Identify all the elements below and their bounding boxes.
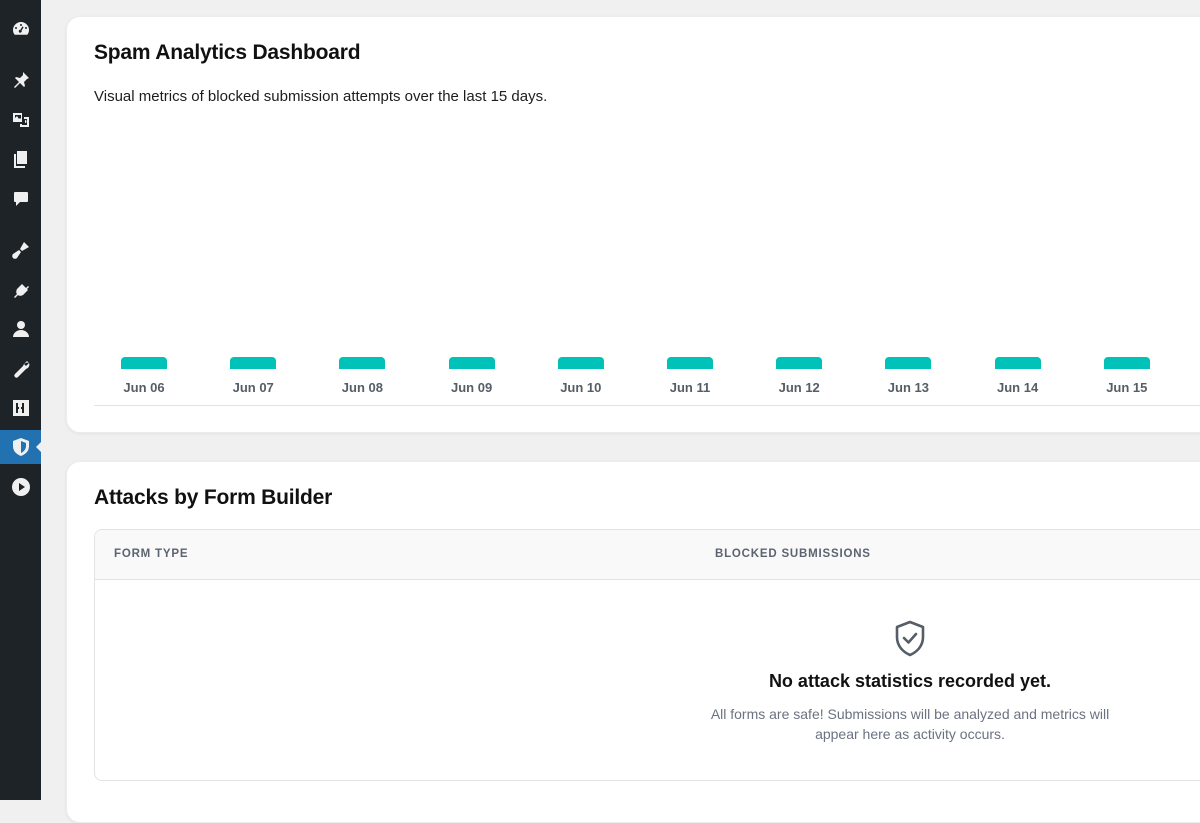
- pages-icon[interactable]: [0, 142, 41, 176]
- x-tick-label: Jun 09: [451, 380, 493, 395]
- analytics-card: Spam Analytics Dashboard Visual metrics …: [66, 16, 1200, 433]
- bar-group: Jun 14: [973, 357, 1063, 405]
- media-icon[interactable]: [0, 103, 41, 137]
- empty-state-title: No attack statistics recorded yet.: [768, 671, 1052, 691]
- chart-bar[interactable]: [1103, 357, 1150, 369]
- attacks-table: FORM TYPE BLOCKED SUBMISSIONS No attack …: [94, 529, 1200, 781]
- appearance-icon[interactable]: [0, 233, 41, 267]
- settings-icon[interactable]: [0, 391, 41, 425]
- chart-bar[interactable]: [994, 357, 1041, 369]
- admin-sidebar: [0, 0, 42, 800]
- tools-icon[interactable]: [0, 352, 41, 386]
- x-tick-label: Jun 14: [997, 380, 1039, 395]
- chart-bar[interactable]: [557, 357, 604, 369]
- bar-group: Jun 12: [754, 357, 844, 405]
- shield-check-icon: [895, 620, 925, 657]
- plugins-icon[interactable]: [0, 273, 41, 307]
- x-tick-label: Jun 08: [341, 380, 383, 395]
- blocked-submissions-bar-chart: Jun 06 Jun 07 Jun 08 Jun 09 Jun 10 Jun 11 Jun …: [94, 317, 1200, 406]
- x-tick-label: Jun 12: [778, 380, 820, 395]
- bar-group: Jun 07: [208, 357, 298, 405]
- x-tick-label: Jun 06: [123, 380, 165, 395]
- x-tick-label: Jun 10: [560, 380, 602, 395]
- bar-group: Jun 08: [317, 357, 407, 405]
- attacks-card: Attacks by Form Builder FORM TYPE BLOCKE…: [66, 461, 1200, 823]
- dashboard-icon[interactable]: [0, 12, 41, 46]
- empty-state: No attack statistics recorded yet. All f…: [685, 620, 1135, 744]
- empty-state-text: All forms are safe! Submissions will be …: [710, 706, 1110, 742]
- chart-bar[interactable]: [776, 357, 823, 369]
- x-tick-label: Jun 07: [232, 380, 274, 395]
- bar-group: Jun 11: [645, 357, 735, 405]
- comments-icon[interactable]: [0, 182, 41, 216]
- attacks-title: Attacks by Form Builder: [94, 486, 333, 509]
- table-header: FORM TYPE BLOCKED SUBMISSIONS: [95, 530, 1200, 580]
- bar-group: Jun 10: [536, 357, 626, 405]
- bar-group: Jun 09: [427, 357, 517, 405]
- x-tick-label: Jun 11: [669, 380, 711, 395]
- chart-bar[interactable]: [121, 357, 167, 369]
- x-tick-label: Jun 13: [887, 380, 929, 395]
- bar-group: Jun 06: [99, 357, 189, 405]
- shield-icon[interactable]: [0, 430, 42, 464]
- analytics-subtitle: Visual metrics of blocked submission att…: [94, 88, 548, 105]
- play-icon[interactable]: [0, 470, 41, 504]
- chart-bar[interactable]: [448, 357, 495, 369]
- users-icon[interactable]: [0, 312, 41, 346]
- bar-group: Jun 13: [863, 357, 953, 405]
- pin-icon[interactable]: [0, 63, 41, 97]
- analytics-title: Spam Analytics Dashboard: [94, 41, 361, 64]
- bar-group: Jun 15: [1082, 357, 1172, 405]
- chart-bar[interactable]: [230, 357, 277, 369]
- chart-bar[interactable]: [339, 357, 386, 369]
- column-header-form-type: FORM TYPE: [114, 548, 189, 560]
- chart-bar[interactable]: [885, 357, 932, 369]
- column-header-blocked-submissions: BLOCKED SUBMISSIONS: [715, 548, 871, 560]
- chart-bar[interactable]: [667, 357, 713, 369]
- x-tick-label: Jun 15: [1106, 380, 1148, 395]
